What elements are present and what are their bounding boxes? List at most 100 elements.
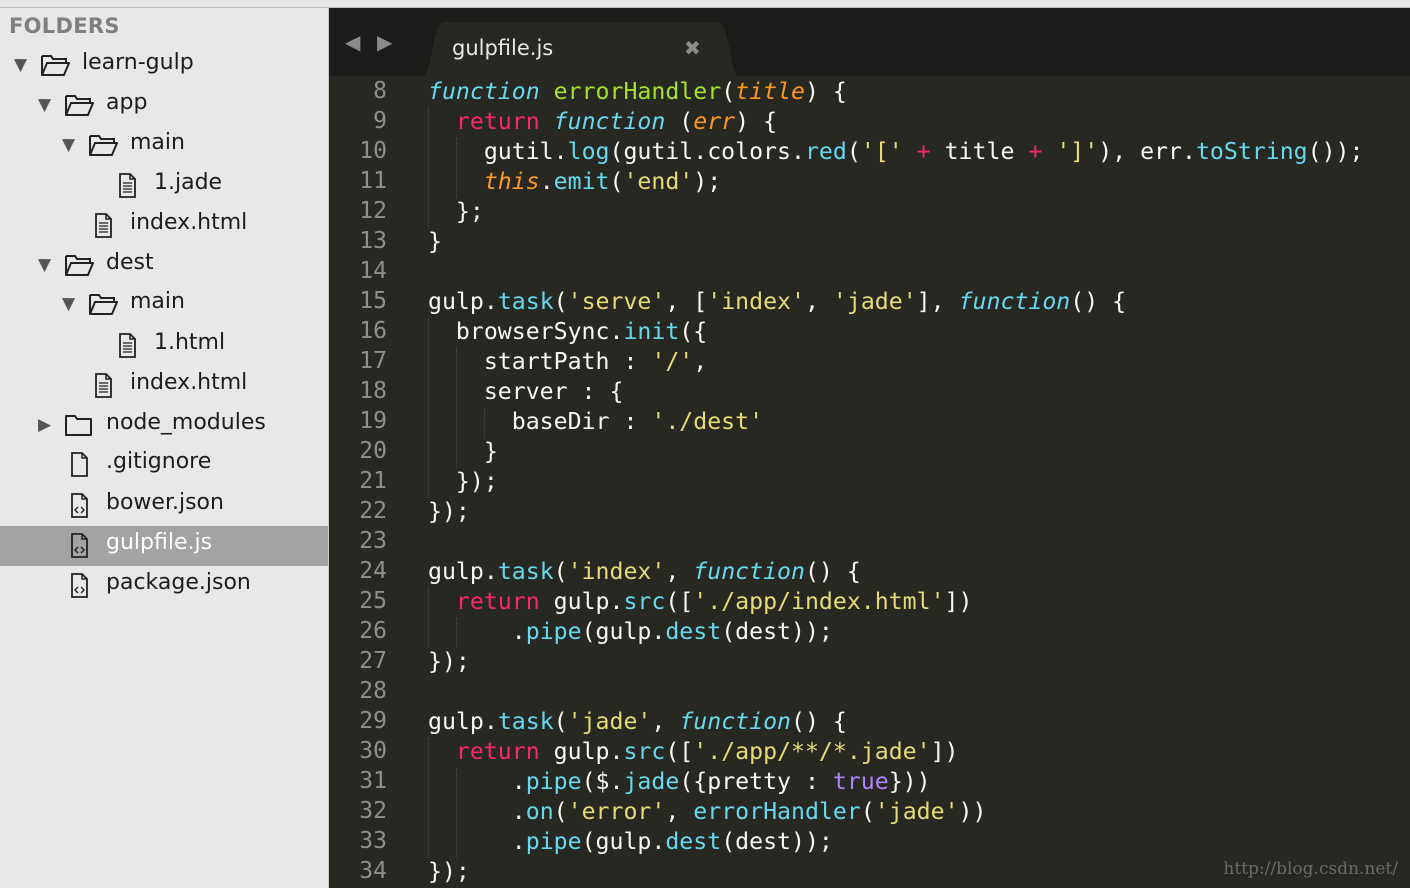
- tree-item-1-jade[interactable]: 1.jade: [0, 166, 328, 206]
- tree-item-bower-json[interactable]: bower.json: [0, 486, 328, 526]
- code-token: on: [525, 798, 554, 825]
- code-token: ($.: [581, 768, 624, 795]
- code-token: (dest));: [721, 828, 833, 855]
- disclosure-expanded-icon[interactable]: ▼: [38, 255, 51, 275]
- code-token: 'end': [623, 168, 694, 195]
- code-token: log: [567, 138, 610, 165]
- code-line: }: [428, 438, 498, 465]
- line-number: 25: [359, 588, 387, 614]
- code-token: gulp.: [539, 588, 624, 615]
- line-number: 31: [359, 768, 387, 794]
- text-file-icon: [112, 172, 142, 198]
- line-number: 17: [359, 348, 387, 374]
- code-line: this.emit('end');: [428, 168, 721, 195]
- disclosure-expanded-icon[interactable]: ▼: [14, 55, 27, 75]
- window-title-bar: [0, 0, 1410, 8]
- code-token: function: [428, 78, 540, 105]
- code-token: task: [497, 288, 554, 315]
- tree-item-index-html[interactable]: index.html: [0, 206, 328, 246]
- code-token: ]): [944, 588, 973, 615]
- watermark: http://blog.csdn.net/: [1223, 859, 1398, 879]
- code-line: gulp.task('jade', function() {: [428, 708, 847, 735]
- line-number: 33: [359, 828, 387, 854]
- line-number: 23: [359, 528, 387, 554]
- line-number: 30: [359, 738, 387, 764]
- code-token: ([: [665, 738, 694, 765]
- code-line: gulp.task('serve', ['index', 'jade'], fu…: [428, 288, 1126, 315]
- line-number: 13: [359, 228, 387, 254]
- code-token: })): [888, 768, 931, 795]
- code-line: server : {: [428, 378, 624, 405]
- code-token: , [: [665, 288, 708, 315]
- tree-item-label: main: [130, 289, 185, 314]
- code-token: title: [930, 138, 1029, 165]
- text-file-icon: [112, 332, 142, 358]
- tree-item-label: node_modules: [106, 410, 266, 435]
- text-file-icon: [88, 372, 118, 398]
- tab-label: gulpfile.js: [452, 36, 554, 60]
- close-icon[interactable]: ✖: [684, 36, 701, 60]
- disclosure-expanded-icon[interactable]: ▼: [62, 135, 75, 155]
- code-editor[interactable]: 8 9 10 11 12 13 14 15 16 17 18 19 20 21 22 23 24 25 26 27 28…: [329, 76, 1410, 888]
- line-number: 20: [359, 438, 387, 464]
- disclosure-expanded-icon[interactable]: ▼: [62, 294, 75, 314]
- back-arrow-icon[interactable]: ◀: [345, 30, 360, 54]
- tree-item-index-html[interactable]: index.html: [0, 366, 328, 406]
- folders-sidebar: FOLDERS ▼ learn-gulp ▼ app ▼ main 1.jade index.…: [0, 8, 329, 888]
- code-token: 'serve': [567, 288, 666, 315]
- tree-item-package-json[interactable]: package.json: [0, 566, 328, 606]
- code-token: 'index': [567, 558, 666, 585]
- code-token: (dest));: [721, 618, 833, 645]
- code-token: ,: [693, 348, 708, 375]
- code-token: 'jade': [567, 708, 652, 735]
- tree-item-main[interactable]: ▼ main: [0, 126, 328, 166]
- code-token: 'error': [567, 798, 666, 825]
- forward-arrow-icon[interactable]: ▶: [377, 30, 392, 54]
- line-number: 8: [373, 78, 387, 104]
- disclosure-collapsed-icon[interactable]: ▶: [38, 415, 51, 435]
- tree-item-node-modules[interactable]: ▶ node_modules: [0, 406, 328, 446]
- tree-item-gulpfile-js[interactable]: gulpfile.js: [0, 526, 328, 566]
- code-token: 'index': [707, 288, 805, 315]
- code-token: +: [1028, 138, 1043, 165]
- folder-open-icon: [64, 92, 94, 118]
- code-token: )): [958, 798, 987, 825]
- code-line: function errorHandler(title) {: [428, 78, 847, 105]
- code-token: (: [553, 288, 568, 315]
- code-line: .pipe(gulp.dest(dest));: [428, 618, 833, 645]
- tree-item-label: 1.html: [154, 330, 226, 355]
- tab-gulpfile[interactable]: gulpfile.js ✖: [421, 22, 741, 78]
- tree-item-label: gulpfile.js: [106, 530, 213, 555]
- tree-item-label: main: [130, 130, 185, 155]
- tree-item-main[interactable]: ▼ main: [0, 285, 328, 325]
- folder-closed-icon: [64, 412, 94, 438]
- tree-item-app[interactable]: ▼ app: [0, 86, 328, 126]
- tree-item-1-html[interactable]: 1.html: [0, 326, 328, 366]
- code-line: });: [428, 468, 498, 495]
- code-token: ([: [665, 588, 694, 615]
- tree-item-gitignore[interactable]: .gitignore: [0, 445, 328, 485]
- code-token: .: [428, 798, 526, 825]
- disclosure-expanded-icon[interactable]: ▼: [38, 95, 51, 115]
- code-file-icon: [64, 572, 94, 598]
- code-token: gutil.: [428, 138, 568, 165]
- code-token: }: [428, 228, 442, 255]
- code-line: });: [428, 498, 470, 525]
- tree-item-label: .gitignore: [106, 449, 212, 474]
- line-number: 19: [359, 408, 387, 434]
- code-token: ,: [665, 798, 694, 825]
- tree-item-dest[interactable]: ▼ dest: [0, 246, 328, 286]
- code-token: ({: [679, 318, 708, 345]
- code-token: (: [665, 108, 694, 135]
- line-number: 32: [359, 798, 387, 824]
- tree-item-learn-gulp[interactable]: ▼ learn-gulp: [0, 46, 328, 86]
- code-line: .on('error', errorHandler('jade')): [428, 798, 987, 825]
- code-token: true: [832, 768, 889, 795]
- code-token: toString: [1195, 138, 1308, 165]
- folder-open-icon: [88, 132, 118, 158]
- code-token: 'jade': [832, 288, 917, 315]
- code-token: ) {: [735, 108, 778, 135]
